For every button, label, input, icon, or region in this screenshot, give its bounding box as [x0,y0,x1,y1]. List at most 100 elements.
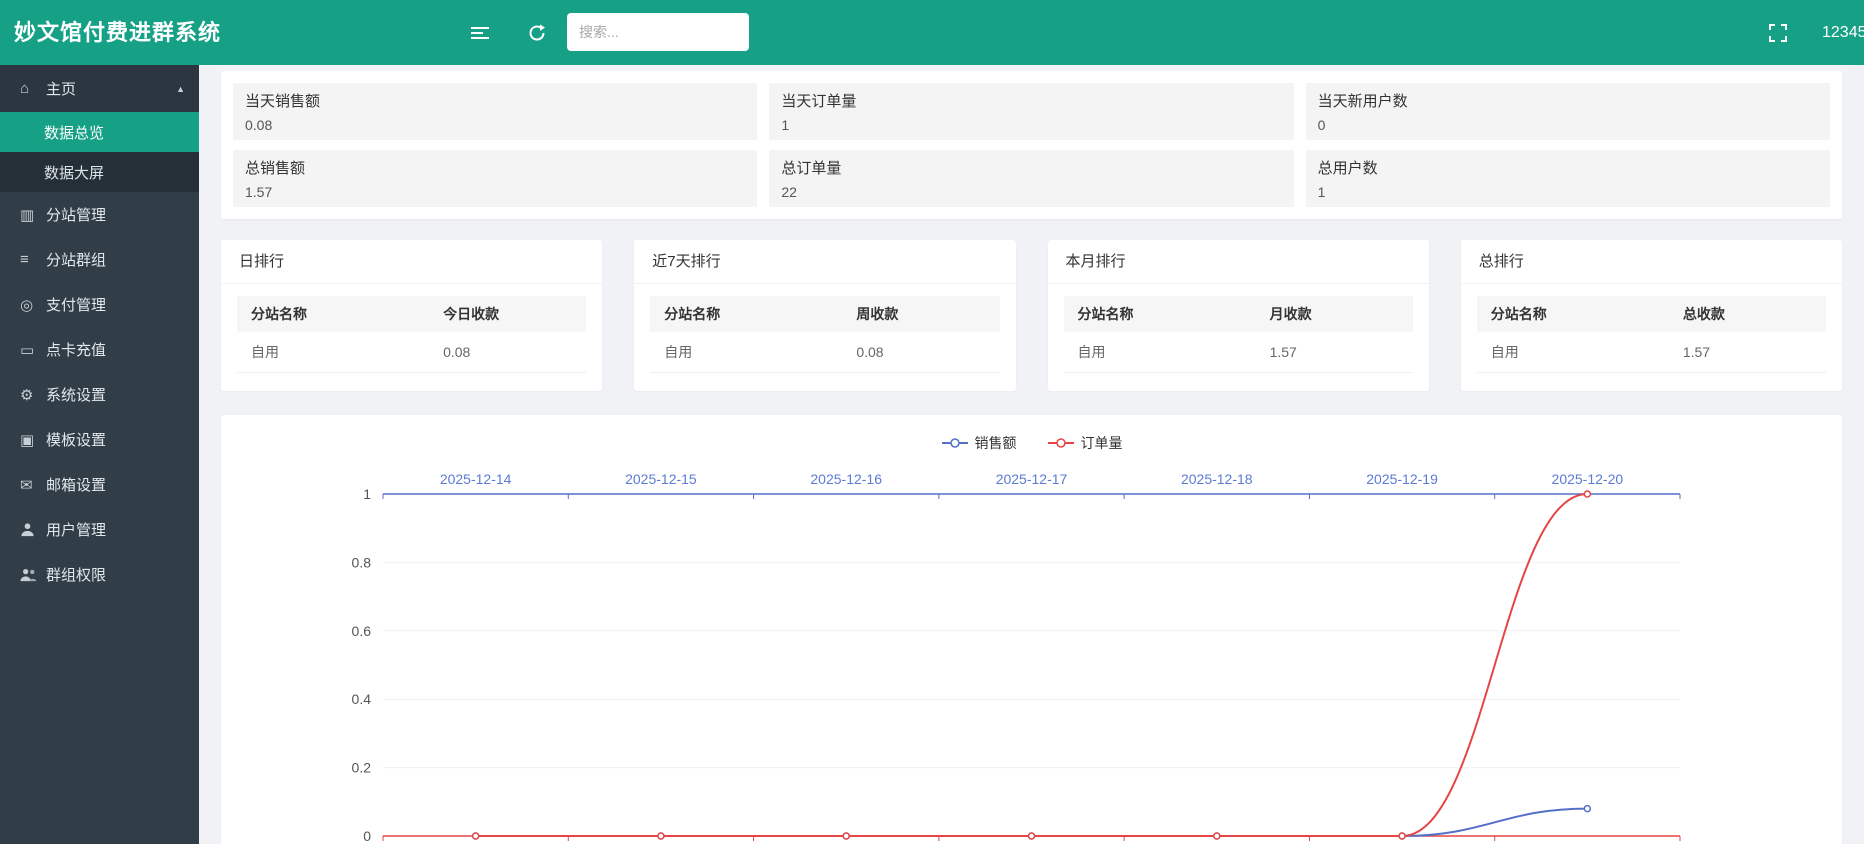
amount-cell: 0.08 [429,332,586,373]
stat-label: 总订单量 [781,157,1281,178]
search-box [567,13,749,51]
column-header: 分站名称 [1064,296,1256,332]
list-icon: ≡ [20,251,46,268]
refresh-icon[interactable] [528,0,546,65]
stat-label: 总销售额 [245,157,745,178]
username[interactable]: 12345 [1822,0,1864,65]
stat-label: 当天订单量 [781,90,1281,111]
grid-icon: ▥ [20,206,46,224]
table-row: 自用 1.57 [1477,332,1826,373]
svg-text:0.8: 0.8 [352,554,372,570]
stat-total-sales: 总销售额 1.57 [233,150,757,207]
sidebar: ⌂ 主页 ▲ 数据总览 数据大屏 ▥ 分站管理 ≡ 分站群组 ◎ 支付管理 ▭ … [0,65,199,844]
template-icon: ▣ [20,431,46,449]
sidebar-item-label: 点卡充值 [46,339,106,360]
legend-label: 订单量 [1081,433,1123,453]
ranking-table: 分站名称 总收款 自用 1.57 [1477,296,1826,373]
card-icon: ▭ [20,341,46,359]
sidebar-item-user-manage[interactable]: 用户管理 [0,507,199,552]
sidebar-item-system-settings[interactable]: ⚙ 系统设置 [0,372,199,417]
column-header: 周收款 [842,296,999,332]
sidebar-item-label: 数据大屏 [44,162,104,183]
chart-legend: 销售额 订单量 [221,415,1842,455]
sidebar-item-label: 邮箱设置 [46,474,106,495]
column-header: 月收款 [1256,296,1413,332]
svg-text:2025-12-20: 2025-12-20 [1552,471,1624,487]
sidebar-item-substation-manage[interactable]: ▥ 分站管理 [0,192,199,237]
sidebar-item-template-settings[interactable]: ▣ 模板设置 [0,417,199,462]
stat-value: 0 [1318,117,1818,133]
app-title: 妙文馆付费进群系统 [14,0,221,65]
home-icon: ⌂ [20,80,46,97]
pay-icon: ◎ [20,296,46,314]
sidebar-item-data-overview[interactable]: 数据总览 [0,112,199,152]
line-chart[interactable]: 2025-12-142025-12-142025-12-152025-12-15… [221,459,1842,844]
home-submenu: 数据总览 数据大屏 [0,112,199,192]
stat-total-orders: 总订单量 22 [769,150,1293,207]
svg-text:0: 0 [363,828,371,844]
sidebar-item-home[interactable]: ⌂ 主页 ▲ [0,65,199,112]
svg-text:0.4: 0.4 [352,691,372,707]
amount-cell: 1.57 [1256,332,1413,373]
total-ranking-card: 总排行 分站名称 总收款 自用 1.57 [1461,240,1842,391]
column-header: 分站名称 [1477,296,1669,332]
legend-item-orders[interactable]: 订单量 [1047,433,1123,453]
card-title: 总排行 [1461,240,1842,284]
svg-text:2025-12-14: 2025-12-14 [440,471,512,487]
card-title: 本月排行 [1048,240,1429,284]
ranking-table: 分站名称 今日收款 自用 0.08 [237,296,586,373]
daily-ranking-card: 日排行 分站名称 今日收款 自用 0.08 [221,240,602,391]
stat-value: 0.08 [245,117,745,133]
stat-value: 1.57 [245,184,745,200]
site-name-cell: 自用 [237,332,429,373]
search-input[interactable] [567,13,749,51]
monthly-ranking-card: 本月排行 分站名称 月收款 自用 1.57 [1048,240,1429,391]
sidebar-item-data-screen[interactable]: 数据大屏 [0,152,199,192]
site-name-cell: 自用 [1064,332,1256,373]
table-row: 自用 0.08 [237,332,586,373]
trend-chart-card: 销售额 订单量 2025-12-142025-12-142025-12-1520… [221,415,1842,844]
column-header: 今日收款 [429,296,586,332]
sidebar-item-label: 数据总览 [44,122,104,143]
collapse-menu-icon[interactable] [470,0,490,65]
stat-label: 总用户数 [1318,157,1818,178]
sidebar-item-label: 支付管理 [46,294,106,315]
svg-text:2025-12-18: 2025-12-18 [1181,471,1253,487]
svg-text:0.6: 0.6 [352,623,372,639]
amount-cell: 1.57 [1669,332,1826,373]
svg-text:1: 1 [363,486,371,502]
sidebar-item-label: 用户管理 [46,519,106,540]
ranking-table: 分站名称 周收款 自用 0.08 [650,296,999,373]
stat-value: 1 [781,117,1281,133]
sidebar-item-substation-groups[interactable]: ≡ 分站群组 [0,237,199,282]
stat-today-sales: 当天销售额 0.08 [233,83,757,140]
sidebar-item-label: 主页 [46,78,76,99]
ranking-row: 日排行 分站名称 今日收款 自用 0.08 近7天排行 [221,240,1842,391]
line-series-marker-icon [941,437,969,449]
svg-text:2025-12-19: 2025-12-19 [1366,471,1438,487]
legend-label: 销售额 [975,433,1017,453]
sidebar-item-payment-manage[interactable]: ◎ 支付管理 [0,282,199,327]
stats-panel: 当天销售额 0.08 当天订单量 1 当天新用户数 0 总销售额 1.57 总订… [221,71,1842,219]
svg-text:2025-12-16: 2025-12-16 [810,471,882,487]
column-header: 分站名称 [237,296,429,332]
sidebar-item-group-permissions[interactable]: 群组权限 [0,552,199,597]
card-title: 日排行 [221,240,602,284]
sidebar-item-mail-settings[interactable]: ✉ 邮箱设置 [0,462,199,507]
stat-total-users: 总用户数 1 [1306,150,1830,207]
user-icon [20,522,46,537]
svg-text:2025-12-17: 2025-12-17 [996,471,1068,487]
legend-item-sales[interactable]: 销售额 [941,433,1017,453]
fullscreen-icon[interactable] [1768,0,1788,65]
stat-value: 1 [1318,184,1818,200]
sidebar-item-card-recharge[interactable]: ▭ 点卡充值 [0,327,199,372]
column-header: 分站名称 [650,296,842,332]
amount-cell: 0.08 [842,332,999,373]
main-content: 当天销售额 0.08 当天订单量 1 当天新用户数 0 总销售额 1.57 总订… [199,65,1864,844]
users-icon [20,567,46,582]
chevron-up-icon: ▲ [176,84,185,94]
svg-text:2025-12-15: 2025-12-15 [625,471,697,487]
stat-today-new-users: 当天新用户数 0 [1306,83,1830,140]
card-title: 近7天排行 [634,240,1015,284]
sidebar-item-label: 群组权限 [46,564,106,585]
